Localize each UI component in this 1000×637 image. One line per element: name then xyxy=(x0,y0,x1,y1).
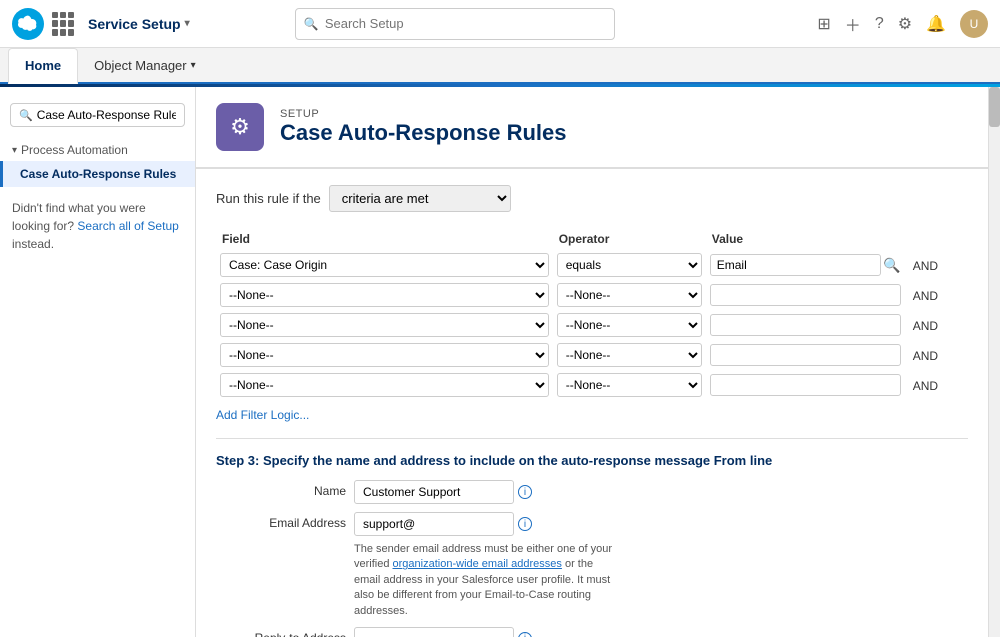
step3-section: Step 3: Specify the name and address to … xyxy=(216,438,968,637)
email-value-container: i xyxy=(354,512,614,536)
lookup-icon-1[interactable]: 🔍 xyxy=(883,257,900,274)
step3-reply-row: Reply-to Address i xyxy=(216,627,968,637)
reply-input[interactable] xyxy=(354,627,514,637)
filter-row-3: --None-- --None-- AND xyxy=(216,310,968,340)
org-email-link[interactable]: organization-wide email addresses xyxy=(393,558,562,570)
page-title: Case Auto-Response Rules xyxy=(280,120,566,146)
value-input-3[interactable] xyxy=(710,314,901,336)
email-help-text: The sender email address must be either … xyxy=(354,542,614,619)
name-label: Name xyxy=(216,480,346,498)
reply-info-icon[interactable]: i xyxy=(518,632,532,637)
top-nav-right: ⊞ ＋ ? ⚙ 🔔 U xyxy=(817,10,988,38)
tab-chevron: ▾ xyxy=(191,60,196,71)
name-value-container: i xyxy=(354,480,532,504)
main-layout: 🔍 ▾ Process Automation Case Auto-Respons… xyxy=(0,87,1000,637)
op-select-2[interactable]: --None-- xyxy=(557,283,702,307)
gear-setup-icon: ⚙ xyxy=(230,114,250,140)
name-info-icon[interactable]: i xyxy=(518,485,532,499)
field-select-3[interactable]: --None-- xyxy=(220,313,549,337)
sidebar-search[interactable]: 🔍 xyxy=(10,103,185,127)
criteria-label: Run this rule if the xyxy=(216,191,321,206)
col-operator: Operator xyxy=(553,228,706,250)
search-bar: 🔍 xyxy=(295,8,615,40)
field-select-2[interactable]: --None-- xyxy=(220,283,549,307)
home-icon[interactable]: ⊞ xyxy=(817,14,830,34)
step3-name-row: Name i xyxy=(216,480,968,504)
value-input-1[interactable] xyxy=(710,254,882,276)
avatar[interactable]: U xyxy=(960,10,988,38)
and-label-1: AND xyxy=(909,259,942,273)
search-input[interactable] xyxy=(325,16,606,31)
top-nav: Service Setup ▾ 🔍 ⊞ ＋ ? ⚙ 🔔 U xyxy=(0,0,1000,48)
salesforce-logo[interactable] xyxy=(12,8,44,40)
and-label-3: AND xyxy=(909,319,942,333)
op-select-5[interactable]: --None-- xyxy=(557,373,702,397)
search-all-setup-link[interactable]: Search all of Setup xyxy=(77,219,178,233)
content-area: ⚙ SETUP Case Auto-Response Rules Run thi… xyxy=(196,87,988,637)
email-input[interactable] xyxy=(354,512,514,536)
name-input[interactable] xyxy=(354,480,514,504)
value-input-5[interactable] xyxy=(710,374,901,396)
filter-row-4: --None-- --None-- AND xyxy=(216,340,968,370)
sidebar-search-icon: 🔍 xyxy=(19,109,33,122)
and-label-2: AND xyxy=(909,289,942,303)
filter-row-5: --None-- --None-- AND xyxy=(216,370,968,400)
op-select-3[interactable]: --None-- xyxy=(557,313,702,337)
col-and xyxy=(905,228,968,250)
email-label: Email Address xyxy=(216,512,346,530)
field-select-5[interactable]: --None-- xyxy=(220,373,549,397)
app-name[interactable]: Service Setup ▾ xyxy=(88,16,190,32)
app-launcher-icon[interactable] xyxy=(52,12,76,36)
step3-email-row: Email Address i The sender email address… xyxy=(216,512,968,619)
sidebar: 🔍 ▾ Process Automation Case Auto-Respons… xyxy=(0,87,196,637)
filter-row-1: Case: Case Origin equals 🔍 xyxy=(216,250,968,280)
page-header: ⚙ SETUP Case Auto-Response Rules xyxy=(196,87,988,168)
and-label-5: AND xyxy=(909,379,942,393)
section-chevron: ▾ xyxy=(12,145,17,156)
col-field: Field xyxy=(216,228,553,250)
sidebar-section-automation[interactable]: ▾ Process Automation xyxy=(0,135,195,161)
gear-icon[interactable]: ⚙ xyxy=(898,14,912,34)
page-icon: ⚙ xyxy=(216,103,264,151)
help-icon[interactable]: ? xyxy=(875,15,884,33)
field-select-1[interactable]: Case: Case Origin xyxy=(220,253,549,277)
email-info-icon[interactable]: i xyxy=(518,517,532,531)
app-name-chevron: ▾ xyxy=(185,18,190,29)
reply-label: Reply-to Address xyxy=(216,627,346,637)
sidebar-search-input[interactable] xyxy=(37,108,176,122)
tab-bar: Home Object Manager ▾ xyxy=(0,48,1000,84)
scroll-thumb[interactable] xyxy=(989,87,1000,127)
setup-label: SETUP xyxy=(280,108,566,120)
add-filter-logic-link[interactable]: Add Filter Logic... xyxy=(216,408,968,422)
op-select-1[interactable]: equals xyxy=(557,253,702,277)
value-input-2[interactable] xyxy=(710,284,901,306)
value-input-4[interactable] xyxy=(710,344,901,366)
criteria-row: Run this rule if the criteria are met fo… xyxy=(216,185,968,212)
tab-home[interactable]: Home xyxy=(8,48,78,84)
step3-title: Step 3: Specify the name and address to … xyxy=(216,453,968,468)
col-value: Value xyxy=(706,228,905,250)
add-icon[interactable]: ＋ xyxy=(845,12,861,36)
criteria-select[interactable]: criteria are met formula evaluates to tr… xyxy=(329,185,511,212)
filter-row-2: --None-- --None-- AND xyxy=(216,280,968,310)
tab-object-manager[interactable]: Object Manager ▾ xyxy=(78,47,212,83)
reply-value-container: i xyxy=(354,627,532,637)
form-area: Run this rule if the criteria are met fo… xyxy=(196,168,988,637)
sidebar-help-text: Didn't find what you were looking for? S… xyxy=(0,187,195,265)
field-select-4[interactable]: --None-- xyxy=(220,343,549,367)
search-icon: 🔍 xyxy=(304,17,319,31)
sidebar-item-case-auto-response[interactable]: Case Auto-Response Rules xyxy=(0,161,195,187)
bell-icon[interactable]: 🔔 xyxy=(926,14,946,34)
op-select-4[interactable]: --None-- xyxy=(557,343,702,367)
and-label-4: AND xyxy=(909,349,942,363)
scrollbar[interactable] xyxy=(988,87,1000,637)
page-header-text: SETUP Case Auto-Response Rules xyxy=(280,108,566,146)
filter-table: Field Operator Value Case: Case Origin xyxy=(216,228,968,400)
